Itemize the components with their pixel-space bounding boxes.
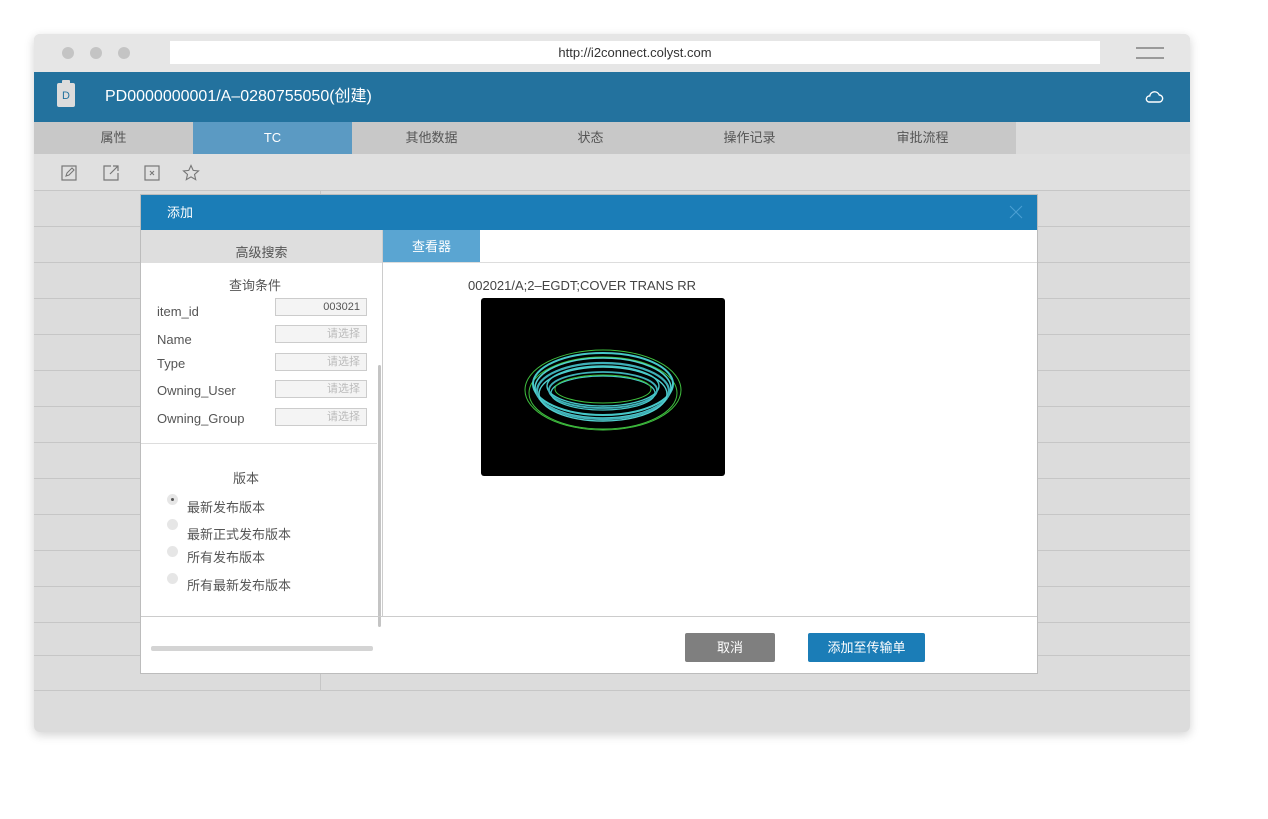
radio-all-releases[interactable] xyxy=(167,546,178,557)
viewer-tab[interactable]: 查看器 xyxy=(383,230,480,262)
vertical-scrollbar[interactable] xyxy=(378,365,381,627)
owning-group-select[interactable]: 请选择 xyxy=(275,408,367,426)
cancel-button[interactable]: 取消 xyxy=(685,633,775,662)
name-select[interactable]: 请选择 xyxy=(275,325,367,343)
radio-label-all-releases: 所有发布版本 xyxy=(187,550,266,565)
window-minimize-dot[interactable] xyxy=(90,47,102,59)
document-title-bar: D PD0000000001/A–0280755050(创建) xyxy=(34,72,1190,122)
type-select[interactable]: 请选择 xyxy=(275,353,367,371)
query-conditions-title: 查询条件 xyxy=(228,278,281,293)
version-title: 版本 xyxy=(232,471,259,486)
row-divider xyxy=(34,190,1190,191)
field-label-name: Name xyxy=(157,332,192,347)
field-label-owning-user: Owning_User xyxy=(157,383,236,398)
document-icon: D xyxy=(57,80,75,107)
tab-operation-log[interactable]: 操作记录 xyxy=(670,122,829,154)
address-bar[interactable]: http://i2connect.colyst.com xyxy=(170,41,1100,64)
radio-label-all-latest-releases: 所有最新发布版本 xyxy=(187,578,292,593)
window-maximize-dot[interactable] xyxy=(118,47,130,59)
tab-other-data[interactable]: 其他数据 xyxy=(352,122,511,154)
cloud-icon[interactable] xyxy=(1144,87,1164,107)
section-divider xyxy=(141,443,377,444)
field-label-type: Type xyxy=(157,356,186,371)
3d-viewer-canvas[interactable] xyxy=(481,298,725,476)
close-icon[interactable] xyxy=(1007,203,1025,221)
tab-tc[interactable]: TC xyxy=(193,122,352,154)
viewer-caption: 002021/A;2–EGDT;COVER TRANS RR xyxy=(468,278,697,293)
star-icon[interactable] xyxy=(182,164,200,182)
row-divider xyxy=(34,690,1190,691)
viewer-tab-bar: 查看器 xyxy=(383,230,1037,263)
toolbar xyxy=(34,154,1190,190)
field-label-owning-group: Owning_Group xyxy=(157,411,245,426)
advanced-search-tab[interactable]: 高级搜索 xyxy=(141,230,382,263)
radio-label-latest-official-release: 最新正式发布版本 xyxy=(187,527,292,542)
document-title: PD0000000001/A–0280755050(创建) xyxy=(105,88,372,105)
advanced-search-panel: 高级搜索 查询条件 item_id 003021 Name 请选择 Type 请… xyxy=(141,230,382,651)
radio-label-latest-release: 最新发布版本 xyxy=(187,500,266,515)
window-close-dot[interactable] xyxy=(62,47,74,59)
menu-icon[interactable] xyxy=(1136,47,1164,61)
export-icon[interactable] xyxy=(102,164,120,182)
ring-model xyxy=(524,349,682,431)
add-to-transfer-list-button[interactable]: 添加至传输单 xyxy=(808,633,925,662)
dialog-title: 添加 xyxy=(167,205,194,220)
radio-latest-official-release[interactable] xyxy=(167,519,178,530)
panel-divider xyxy=(382,230,383,616)
field-label-item-id: item_id xyxy=(157,304,199,319)
footer-divider xyxy=(141,616,1037,617)
radio-all-latest-releases[interactable] xyxy=(167,573,178,584)
tab-approval-flow[interactable]: 审批流程 xyxy=(829,122,1016,154)
tab-attributes[interactable]: 属性 xyxy=(34,122,193,154)
tab-status[interactable]: 状态 xyxy=(511,122,670,154)
add-dialog: 添加 高级搜索 查询条件 item_id 003021 Name 请选择 Typ… xyxy=(140,194,1038,674)
delete-icon[interactable] xyxy=(143,164,161,182)
item-id-input[interactable]: 003021 xyxy=(275,298,367,316)
dialog-header: 添加 xyxy=(141,195,1037,230)
owning-user-select[interactable]: 请选择 xyxy=(275,380,367,398)
horizontal-scrollbar[interactable] xyxy=(151,646,373,651)
radio-latest-release[interactable] xyxy=(167,494,178,505)
tab-bar: 属性 TC 其他数据 状态 操作记录 审批流程 xyxy=(34,122,1190,154)
browser-chrome: http://i2connect.colyst.com xyxy=(34,34,1190,72)
edit-icon[interactable] xyxy=(60,164,78,182)
